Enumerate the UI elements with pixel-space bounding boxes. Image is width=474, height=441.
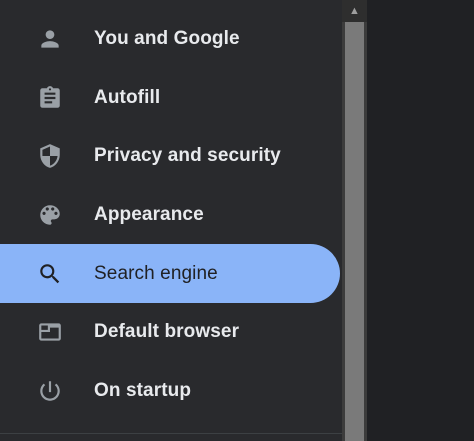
sidebar-item-label: On startup <box>94 379 192 401</box>
settings-sidebar: You and Google Autofill Privacy and secu… <box>0 0 342 441</box>
power-icon <box>36 377 64 405</box>
clipboard-icon <box>36 84 64 112</box>
sidebar-item-label: Autofill <box>94 86 161 108</box>
sidebar-scrollbar[interactable]: ▲ <box>342 0 367 441</box>
main-content-area <box>367 0 474 441</box>
palette-icon <box>36 201 64 229</box>
settings-window: You and Google Autofill Privacy and secu… <box>0 0 474 441</box>
sidebar-item-label: Privacy and security <box>94 145 281 167</box>
search-icon <box>36 260 64 288</box>
browser-window-icon <box>36 318 64 346</box>
sidebar-item-on-startup[interactable]: On startup <box>0 362 342 421</box>
sidebar-item-label: Appearance <box>94 204 204 226</box>
sidebar-item-you-and-google[interactable]: You and Google <box>0 10 342 69</box>
sidebar-divider <box>0 433 342 434</box>
sidebar-item-label: Search engine <box>94 262 218 284</box>
scrollbar-thumb[interactable] <box>345 22 364 441</box>
person-icon <box>36 25 64 53</box>
settings-nav: You and Google Autofill Privacy and secu… <box>0 10 342 420</box>
sidebar-item-label: You and Google <box>94 28 240 50</box>
sidebar-item-privacy-and-security[interactable]: Privacy and security <box>0 127 342 186</box>
sidebar-item-autofill[interactable]: Autofill <box>0 69 342 128</box>
shield-icon <box>36 142 64 170</box>
sidebar-item-appearance[interactable]: Appearance <box>0 186 342 245</box>
sidebar-item-default-browser[interactable]: Default browser <box>0 303 342 362</box>
sidebar-item-search-engine[interactable]: Search engine <box>0 244 340 303</box>
scroll-up-arrow-icon[interactable]: ▲ <box>342 0 367 22</box>
sidebar-item-label: Default browser <box>94 321 240 343</box>
